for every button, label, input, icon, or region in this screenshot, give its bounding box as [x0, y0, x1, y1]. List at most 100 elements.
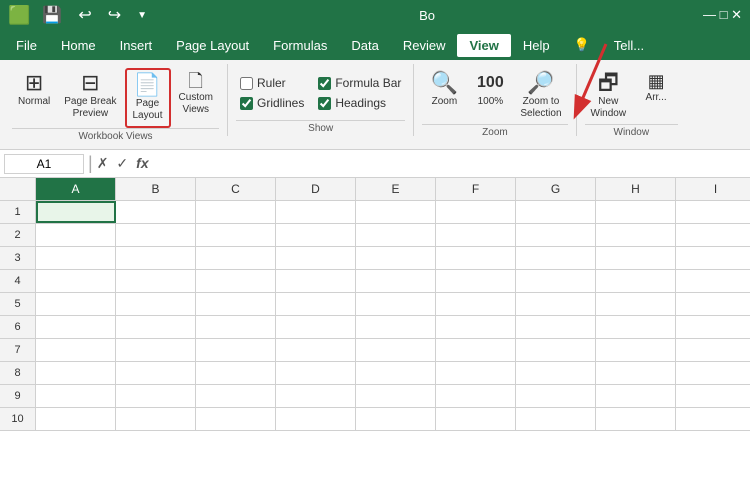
cell-B8[interactable] — [116, 362, 196, 384]
name-box[interactable] — [4, 154, 84, 174]
enter-icon[interactable]: ✓ — [116, 155, 128, 172]
dropdown-icon[interactable]: ▼ — [133, 8, 151, 23]
menu-view[interactable]: View — [457, 34, 510, 57]
cell-F1[interactable] — [436, 201, 516, 223]
cell-G4[interactable] — [516, 270, 596, 292]
cell-F4[interactable] — [436, 270, 516, 292]
cell-G5[interactable] — [516, 293, 596, 315]
cell-C4[interactable] — [196, 270, 276, 292]
cell-C9[interactable] — [196, 385, 276, 407]
cell-E8[interactable] — [356, 362, 436, 384]
cell-I5[interactable] — [676, 293, 750, 315]
ruler-checkbox[interactable] — [240, 77, 253, 90]
cell-A6[interactable] — [36, 316, 116, 338]
cell-G2[interactable] — [516, 224, 596, 246]
cell-A3[interactable] — [36, 247, 116, 269]
menu-review[interactable]: Review — [391, 34, 458, 57]
cell-E7[interactable] — [356, 339, 436, 361]
page-layout-btn[interactable]: 📄 PageLayout — [125, 68, 171, 128]
cell-C1[interactable] — [196, 201, 276, 223]
col-header-I[interactable]: I — [676, 178, 750, 200]
cell-B4[interactable] — [116, 270, 196, 292]
cell-I7[interactable] — [676, 339, 750, 361]
cell-D2[interactable] — [276, 224, 356, 246]
normal-btn[interactable]: ⊞ Normal — [12, 68, 56, 112]
cell-D6[interactable] — [276, 316, 356, 338]
cell-D5[interactable] — [276, 293, 356, 315]
cell-D9[interactable] — [276, 385, 356, 407]
cell-E5[interactable] — [356, 293, 436, 315]
cell-I4[interactable] — [676, 270, 750, 292]
redo-icon[interactable]: ↪ — [104, 3, 125, 27]
cell-H2[interactable] — [596, 224, 676, 246]
cell-F3[interactable] — [436, 247, 516, 269]
cell-D1[interactable] — [276, 201, 356, 223]
cell-E10[interactable] — [356, 408, 436, 430]
col-header-A[interactable]: A — [36, 178, 116, 200]
formula-input[interactable] — [153, 155, 746, 173]
col-header-E[interactable]: E — [356, 178, 436, 200]
zoom-100-button[interactable]: 100 100% — [468, 68, 512, 112]
cell-H1[interactable] — [596, 201, 676, 223]
cell-G3[interactable] — [516, 247, 596, 269]
cell-D4[interactable] — [276, 270, 356, 292]
cell-I9[interactable] — [676, 385, 750, 407]
cell-H10[interactable] — [596, 408, 676, 430]
cell-A10[interactable] — [36, 408, 116, 430]
cell-F9[interactable] — [436, 385, 516, 407]
cell-I10[interactable] — [676, 408, 750, 430]
cell-A9[interactable] — [36, 385, 116, 407]
zoom-button[interactable]: 🔍 Zoom — [422, 68, 466, 112]
cell-I6[interactable] — [676, 316, 750, 338]
cell-H5[interactable] — [596, 293, 676, 315]
cell-H8[interactable] — [596, 362, 676, 384]
cell-I2[interactable] — [676, 224, 750, 246]
cell-I3[interactable] — [676, 247, 750, 269]
zoom-to-selection-button[interactable]: 🔎 Zoom toSelection — [514, 68, 567, 124]
formula-bar-checkbox[interactable] — [318, 77, 331, 90]
menu-help[interactable]: Help — [511, 34, 562, 57]
cell-A2[interactable] — [36, 224, 116, 246]
col-header-G[interactable]: G — [516, 178, 596, 200]
menu-home[interactable]: Home — [49, 34, 108, 57]
cell-B7[interactable] — [116, 339, 196, 361]
cell-B9[interactable] — [116, 385, 196, 407]
cell-H7[interactable] — [596, 339, 676, 361]
col-header-B[interactable]: B — [116, 178, 196, 200]
cell-H6[interactable] — [596, 316, 676, 338]
menu-file[interactable]: File — [4, 34, 49, 57]
cell-A5[interactable] — [36, 293, 116, 315]
cell-H3[interactable] — [596, 247, 676, 269]
save-icon[interactable]: 💾 — [38, 3, 66, 27]
cell-F6[interactable] — [436, 316, 516, 338]
cell-I8[interactable] — [676, 362, 750, 384]
cell-E9[interactable] — [356, 385, 436, 407]
col-header-C[interactable]: C — [196, 178, 276, 200]
cell-A1[interactable] — [36, 201, 116, 223]
col-header-D[interactable]: D — [276, 178, 356, 200]
page-break-preview-btn[interactable]: ⊟ Page BreakPreview — [58, 68, 122, 124]
cell-G1[interactable] — [516, 201, 596, 223]
cell-C2[interactable] — [196, 224, 276, 246]
cell-B1[interactable] — [116, 201, 196, 223]
cell-C7[interactable] — [196, 339, 276, 361]
cell-F10[interactable] — [436, 408, 516, 430]
cell-E1[interactable] — [356, 201, 436, 223]
cell-C10[interactable] — [196, 408, 276, 430]
headings-checkbox[interactable] — [318, 97, 331, 110]
undo-icon[interactable]: ↩ — [74, 3, 95, 27]
col-header-F[interactable]: F — [436, 178, 516, 200]
cell-E6[interactable] — [356, 316, 436, 338]
cancel-icon[interactable]: ✗ — [97, 155, 109, 172]
cell-H9[interactable] — [596, 385, 676, 407]
cell-A8[interactable] — [36, 362, 116, 384]
new-window-button[interactable]: 🗗 NewWindow — [585, 68, 633, 124]
cell-G9[interactable] — [516, 385, 596, 407]
cell-E3[interactable] — [356, 247, 436, 269]
cell-B3[interactable] — [116, 247, 196, 269]
cell-F5[interactable] — [436, 293, 516, 315]
custom-views-btn[interactable]: 🗋 CustomViews — [173, 68, 219, 120]
menu-formulas[interactable]: Formulas — [261, 34, 339, 57]
menu-insert[interactable]: Insert — [108, 34, 165, 57]
cell-B10[interactable] — [116, 408, 196, 430]
